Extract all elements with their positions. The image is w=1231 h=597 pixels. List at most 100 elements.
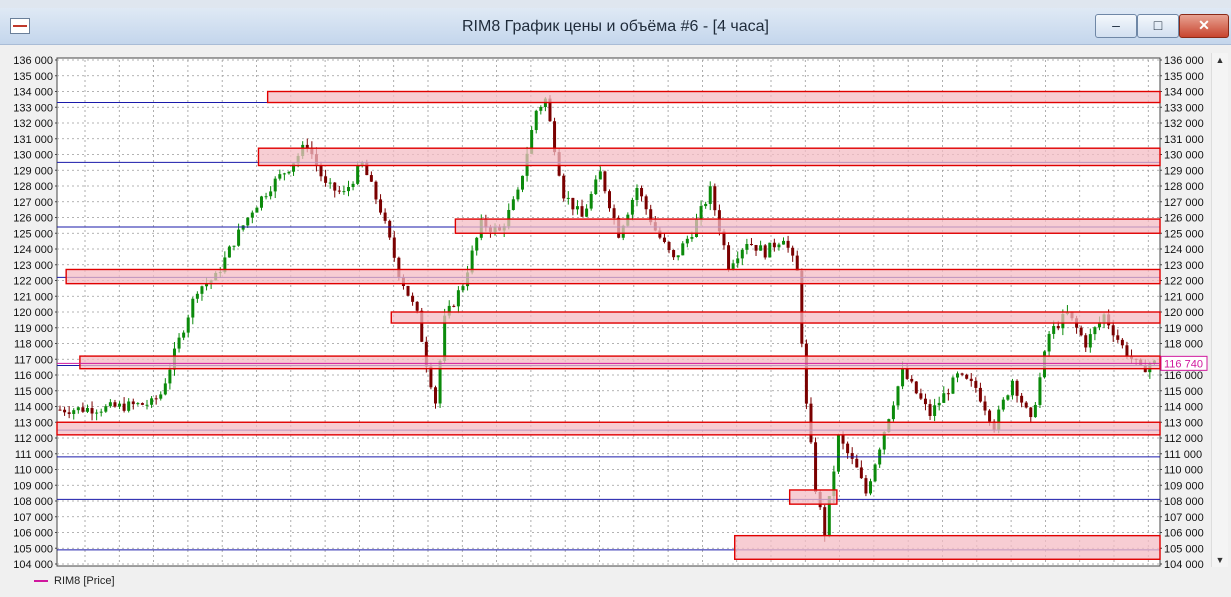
candle-body bbox=[791, 247, 795, 256]
price-chart[interactable]: 136 000 136 000 135 000 135 000 134 000 134 0… bbox=[0, 45, 1211, 570]
y-tick-label-right: 126 000 bbox=[1164, 213, 1204, 225]
candle-body bbox=[76, 407, 80, 411]
y-tick-label-right: 121 000 bbox=[1164, 291, 1204, 303]
candle-body bbox=[328, 182, 332, 184]
legend-swatch bbox=[34, 580, 48, 583]
candle-body bbox=[594, 179, 598, 195]
y-tick-label-left: 123 000 bbox=[13, 260, 53, 272]
candle-body bbox=[1010, 380, 1014, 396]
candle-body bbox=[814, 442, 818, 492]
candle-body bbox=[131, 401, 135, 405]
y-tick-label-right: 133 000 bbox=[1164, 102, 1204, 114]
y-tick-label-right: 131 000 bbox=[1164, 134, 1204, 146]
candle-body bbox=[786, 240, 790, 248]
y-tick-label-left: 130 000 bbox=[13, 150, 53, 162]
candle-body bbox=[520, 175, 524, 190]
candle-body bbox=[956, 373, 960, 378]
candle-body bbox=[681, 243, 685, 256]
candle-body bbox=[1056, 326, 1060, 329]
y-tick-label-right: 132 000 bbox=[1164, 118, 1204, 130]
y-tick-label-right: 104 000 bbox=[1164, 559, 1204, 570]
candle-body bbox=[1020, 395, 1024, 403]
y-tick-label-right: 106 000 bbox=[1164, 528, 1204, 540]
candle-body bbox=[589, 194, 593, 209]
candle-body bbox=[1111, 325, 1115, 336]
candle-body bbox=[67, 412, 71, 414]
candle-body bbox=[946, 393, 950, 395]
y-tick-label-left: 135 000 bbox=[13, 71, 53, 83]
current-price-tag: 116 740 bbox=[1164, 358, 1203, 370]
y-tick-label-left: 108 000 bbox=[13, 496, 53, 508]
candle-body bbox=[282, 173, 286, 175]
y-tick-label-left: 109 000 bbox=[13, 480, 53, 492]
candle-body bbox=[369, 175, 373, 182]
candle-body bbox=[1047, 333, 1051, 352]
window-title: RIM8 График цены и объёма #6 - [4 часа] bbox=[462, 18, 769, 35]
y-tick-label-right: 122 000 bbox=[1164, 276, 1204, 288]
candle-body bbox=[191, 298, 195, 318]
candle-body bbox=[200, 286, 204, 294]
candle-body bbox=[662, 237, 666, 242]
candle-body bbox=[58, 409, 62, 411]
y-tick-label-left: 110 000 bbox=[14, 465, 53, 477]
candle-body bbox=[740, 249, 744, 259]
candle-body bbox=[1084, 335, 1088, 348]
candle-body bbox=[782, 240, 786, 245]
candle-body bbox=[850, 453, 854, 459]
support-resistance-zone bbox=[788, 489, 838, 505]
candle-body bbox=[337, 190, 341, 192]
candle-body bbox=[960, 373, 964, 375]
candle-body bbox=[644, 196, 648, 210]
candle-body bbox=[1024, 402, 1028, 408]
candle-body bbox=[910, 378, 914, 382]
candle-body bbox=[264, 196, 268, 198]
candle-body bbox=[273, 178, 277, 192]
candle-body bbox=[351, 183, 355, 188]
close-button[interactable]: ✕ bbox=[1179, 14, 1229, 38]
candle-body bbox=[612, 208, 616, 218]
y-tick-label-left: 104 000 bbox=[13, 559, 53, 570]
y-tick-label-right: 123 000 bbox=[1164, 260, 1204, 272]
candle-body bbox=[1088, 334, 1092, 348]
candle-body bbox=[278, 174, 282, 179]
title-bar[interactable]: RIM8 График цены и объёма #6 - [4 часа] … bbox=[0, 8, 1231, 45]
candle-body bbox=[841, 435, 845, 444]
y-tick-label-left: 127 000 bbox=[13, 197, 53, 209]
candle-body bbox=[1006, 395, 1010, 400]
y-tick-label-left: 120 000 bbox=[13, 307, 53, 319]
candle-body bbox=[672, 250, 676, 258]
candle-body bbox=[859, 467, 863, 479]
maximize-button[interactable]: □ bbox=[1137, 14, 1179, 38]
candle-body bbox=[163, 383, 167, 395]
candle-body bbox=[928, 404, 932, 416]
candle-body bbox=[575, 206, 579, 210]
candle-body bbox=[901, 368, 905, 387]
y-tick-label-left: 118 000 bbox=[14, 339, 53, 351]
candle-body bbox=[585, 208, 589, 217]
candle-body bbox=[539, 106, 543, 111]
candle-body bbox=[429, 366, 433, 388]
y-tick-label-right: 114 000 bbox=[1164, 402, 1203, 414]
candle-body bbox=[392, 237, 396, 258]
scroll-down-icon[interactable]: ▼ bbox=[1214, 555, 1226, 565]
candle-body bbox=[942, 393, 946, 403]
vertical-scrollbar[interactable]: ▲ ▼ bbox=[1211, 53, 1228, 567]
candle-body bbox=[333, 182, 337, 191]
y-tick-label-left: 136 000 bbox=[13, 55, 53, 67]
y-tick-label-left: 122 000 bbox=[13, 276, 53, 288]
y-tick-label-right: 134 000 bbox=[1164, 87, 1204, 99]
y-tick-label-left: 111 000 bbox=[15, 449, 53, 461]
candle-body bbox=[177, 337, 181, 349]
candle-body bbox=[72, 410, 76, 414]
candle-body bbox=[415, 301, 419, 311]
candle-body bbox=[159, 394, 163, 399]
candle-body bbox=[356, 166, 360, 184]
candle-body bbox=[1033, 404, 1037, 418]
scroll-up-icon[interactable]: ▲ bbox=[1214, 55, 1226, 65]
support-resistance-zone bbox=[734, 534, 1161, 560]
candle-body bbox=[255, 207, 259, 213]
candle-body bbox=[1125, 345, 1129, 357]
minimize-button[interactable]: – bbox=[1095, 14, 1137, 38]
candle-body bbox=[145, 404, 149, 406]
candle-body bbox=[864, 478, 868, 494]
